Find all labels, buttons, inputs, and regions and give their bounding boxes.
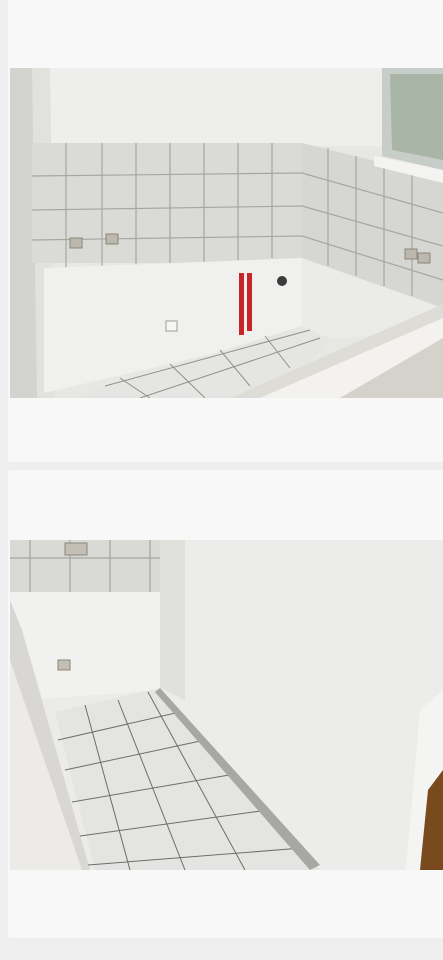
kitchen-alcove-image — [10, 68, 443, 398]
photo-card-2 — [8, 470, 443, 938]
corner-room-image — [10, 540, 443, 870]
photo-card-1 — [8, 0, 443, 462]
photo-corner-room[interactable] — [10, 540, 443, 870]
photo-kitchen-alcove[interactable] — [10, 68, 443, 398]
